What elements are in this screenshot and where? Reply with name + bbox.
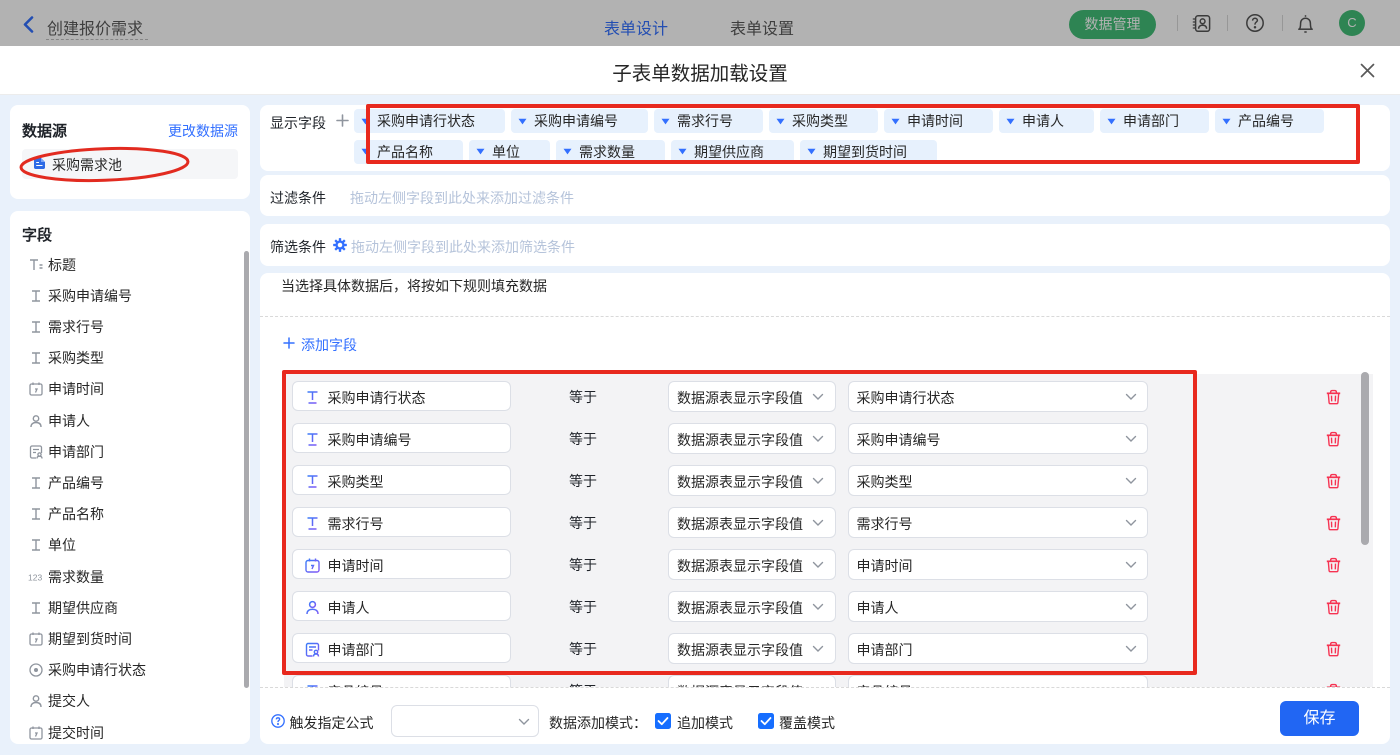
svg-text:123: 123	[28, 572, 42, 582]
